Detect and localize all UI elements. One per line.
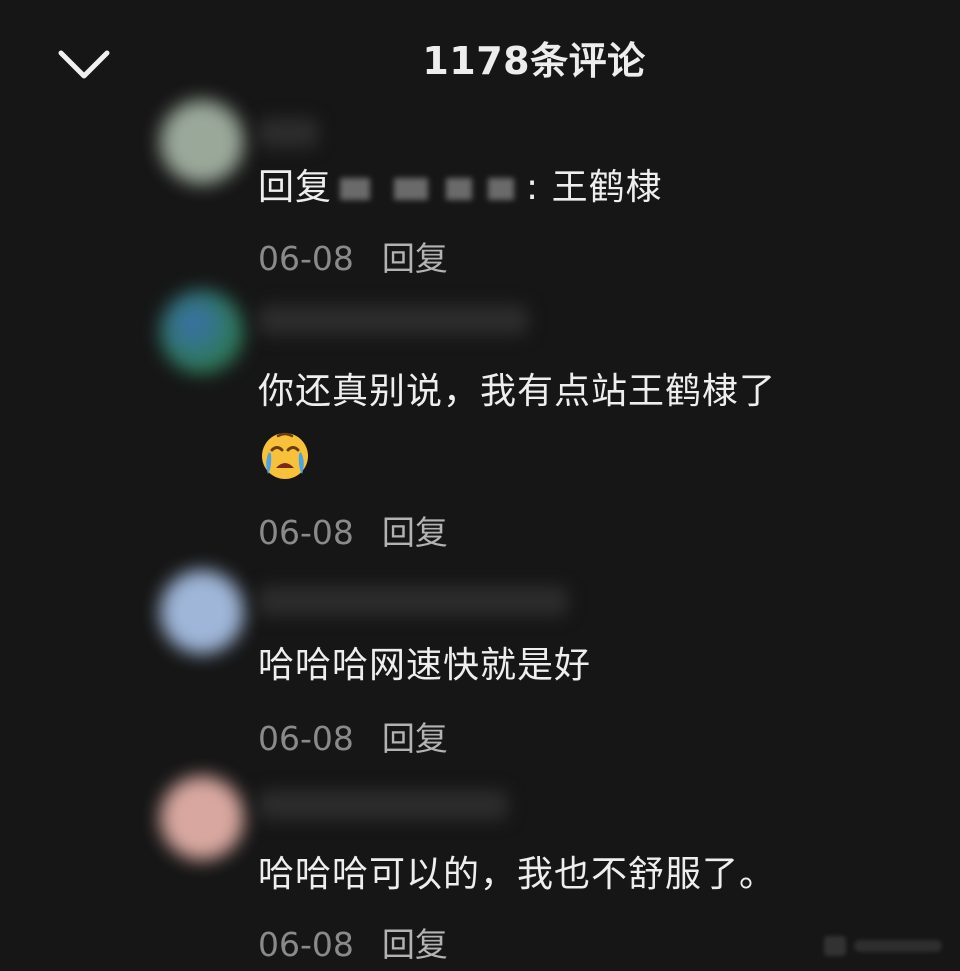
comment-meta: 06-08 回复 (258, 918, 448, 966)
reply-prefix: 回复 (258, 167, 333, 208)
comment-meta: 06-08 回复 (258, 506, 448, 554)
avatar[interactable] (160, 776, 244, 860)
avatar[interactable] (160, 570, 244, 654)
redacted-username (334, 174, 524, 204)
comment-text: 哈哈哈网速快就是好 (258, 645, 592, 686)
avatar[interactable] (160, 290, 244, 374)
watermark (820, 928, 950, 964)
comment-text: 你还真别说，我有点站王鹤棣了 (258, 371, 777, 412)
username-blurred[interactable] (258, 118, 318, 148)
comment-body: : 王鹤棣 (526, 167, 663, 208)
reply-button[interactable]: 回复 (382, 925, 448, 964)
crying-face-icon (258, 428, 312, 482)
comment-date: 06-08 (258, 239, 354, 278)
username-blurred[interactable] (258, 586, 568, 616)
comments-panel: 1178条评论 回复: 王鹤棣 06-08回复 你还真别说，我有点站王鹤棣了 (0, 0, 960, 971)
comment-date: 06-08 (258, 513, 354, 552)
reply-button[interactable]: 回复 (382, 513, 448, 552)
username-blurred[interactable] (258, 790, 508, 820)
comment-list: 回复 : 王鹤棣 06-08 回复 你还真别说，我有点站王鹤棣了 06-08 回复… (0, 0, 960, 971)
comment-date: 06-08 (258, 719, 354, 758)
username-blurred[interactable] (258, 305, 528, 335)
avatar[interactable] (160, 100, 244, 184)
comment-text: 回复 : 王鹤棣 (258, 158, 663, 210)
comment-meta: 06-08 回复 (258, 232, 448, 280)
reply-button[interactable]: 回复 (382, 719, 448, 758)
comment-date: 06-08 (258, 925, 354, 964)
reply-button[interactable]: 回复 (382, 239, 448, 278)
comment-text: 哈哈哈可以的，我也不舒服了。 (258, 854, 777, 895)
comment-meta: 06-08 回复 (258, 712, 448, 760)
